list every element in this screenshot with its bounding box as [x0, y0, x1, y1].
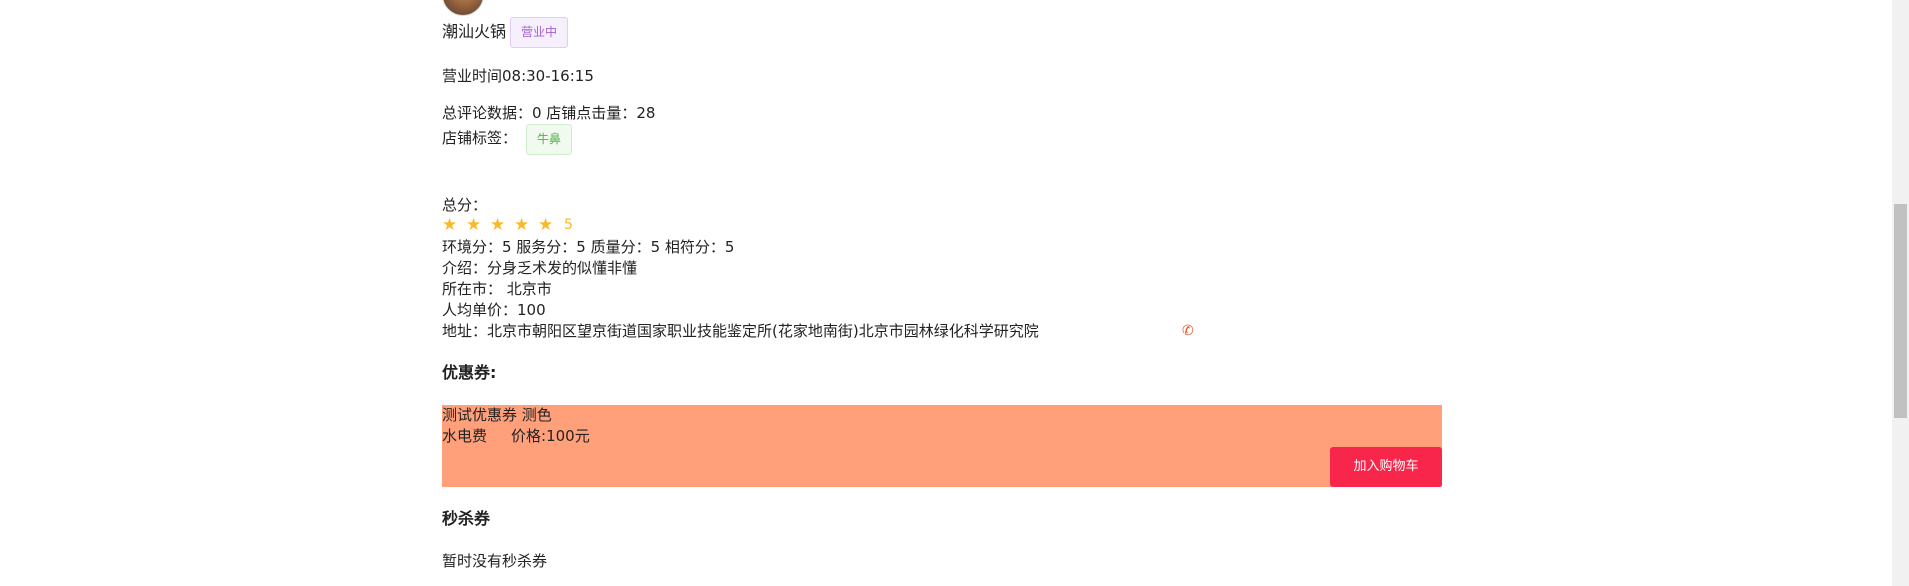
coupon-card: 测试优惠券 测色 水电费 价格:100元 加入购物车	[442, 405, 1442, 487]
status-badge: 营业中	[510, 17, 569, 48]
star-icon: ★	[442, 215, 458, 235]
coupon-details: 水电费 价格:100元	[442, 426, 590, 446]
average-price: 人均单价：100	[442, 301, 546, 319]
phone-icon[interactable]: ✆	[1182, 321, 1198, 341]
scrollbar-thumb[interactable]	[1894, 204, 1907, 418]
coupon-price: 价格:100元	[511, 427, 590, 445]
star-icon: ★	[466, 215, 482, 235]
star-icon: ★	[538, 215, 554, 235]
coupon-name: 测试优惠券 测色	[442, 406, 552, 424]
coupons-section-title: 优惠券:	[442, 363, 497, 382]
vertical-scrollbar[interactable]	[1892, 0, 1909, 586]
shop-tags-label: 店铺标签：	[442, 129, 518, 147]
seckill-section-title: 秒杀券	[442, 509, 491, 528]
detail-scores: 环境分：5 服务分：5 质量分：5 相符分：5	[442, 238, 735, 256]
shop-name: 潮汕火锅	[442, 22, 507, 41]
star-icon: ★	[514, 215, 530, 235]
seckill-empty-message: 暂时没有秒杀券	[442, 552, 548, 570]
shop-avatar	[442, 0, 484, 16]
shop-address: 地址：北京市朝阳区望京街道国家职业技能鉴定所(花家地南街)北京市园林绿化科学研究…	[442, 322, 1039, 340]
star-icon: ★	[490, 215, 506, 235]
shop-intro: 介绍：分身乏术发的似懂非懂	[442, 259, 638, 277]
shop-tag: 牛鼻	[526, 124, 573, 155]
shop-stats: 总评论数据：0 店铺点击量：28	[442, 104, 656, 122]
coupon-desc: 水电费	[442, 427, 488, 445]
star-rating: ★ ★ ★ ★ ★ 5	[442, 214, 573, 236]
add-to-cart-button[interactable]: 加入购物车	[1330, 447, 1442, 487]
rating-value: 5	[564, 217, 573, 233]
shop-city: 所在市： 北京市	[442, 280, 552, 298]
shop-detail-page: 潮汕火锅 营业中 营业时间08:30-16:15 总评论数据：0 店铺点击量：2…	[0, 0, 1909, 586]
business-hours: 营业时间08:30-16:15	[442, 67, 594, 85]
total-score-label: 总分：	[442, 196, 488, 214]
